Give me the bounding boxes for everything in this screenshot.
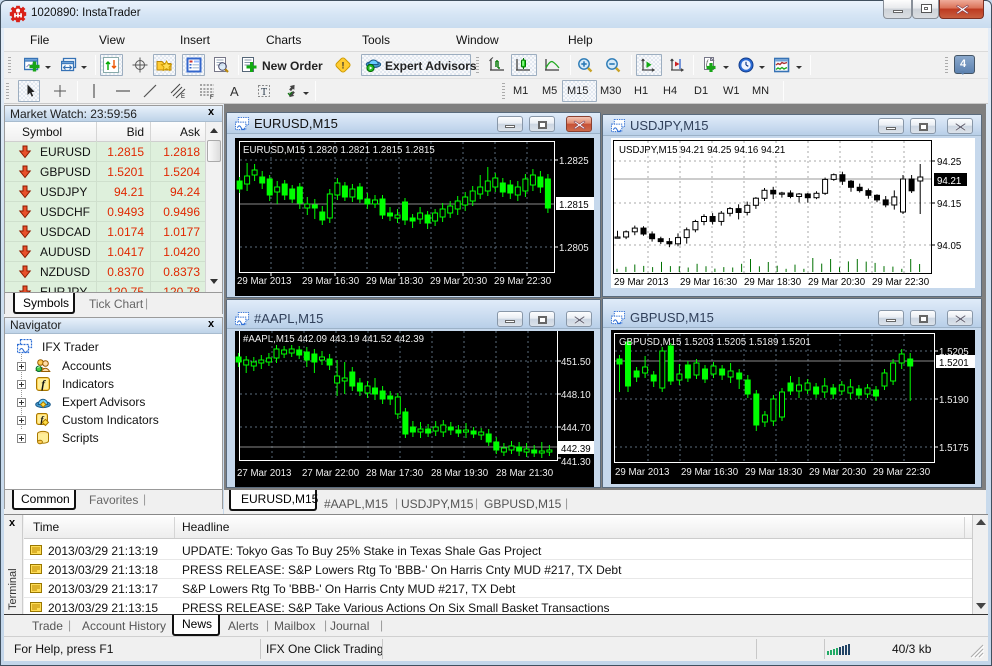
- svg-text:94.05: 94.05: [937, 241, 961, 252]
- svg-text:444.70: 444.70: [561, 423, 591, 434]
- svg-text:94.21: 94.21: [937, 176, 961, 187]
- svg-text:28 Mar 21:30: 28 Mar 21:30: [496, 468, 554, 479]
- svg-text:442.39: 442.39: [561, 444, 591, 455]
- svg-text:!: !: [342, 61, 345, 71]
- svg-text:#AAPL,M15 442.09 443.19 441.5: #AAPL,M15 442.09 443.19 441.52 442.39: [243, 334, 424, 345]
- svg-text:29 Mar 20:30: 29 Mar 20:30: [809, 467, 867, 478]
- svg-text:1.5175: 1.5175: [939, 443, 969, 454]
- svg-text:F: F: [210, 95, 214, 99]
- svg-text:29 Mar 2013: 29 Mar 2013: [614, 277, 668, 288]
- svg-text:29 Mar 20:30: 29 Mar 20:30: [808, 277, 866, 288]
- svg-text:GBPUSD,M15 1.5203 1.5205 1.51: GBPUSD,M15 1.5203 1.5205 1.5189 1.5201: [619, 337, 811, 348]
- svg-text:28 Mar 19:30: 28 Mar 19:30: [431, 468, 489, 479]
- svg-text:29 Mar 18:30: 29 Mar 18:30: [366, 276, 424, 287]
- svg-text:1.5190: 1.5190: [939, 395, 969, 406]
- svg-text:29 Mar 16:30: 29 Mar 16:30: [302, 276, 360, 287]
- svg-text:29 Mar 20:30: 29 Mar 20:30: [430, 276, 488, 287]
- svg-text:EURUSD,M15 1.2820 1.2821 1.28: EURUSD,M15 1.2820 1.2821 1.2815 1.2815: [243, 145, 435, 156]
- svg-text:29 Mar 18:30: 29 Mar 18:30: [745, 467, 803, 478]
- svg-text:94.25: 94.25: [937, 157, 961, 168]
- svg-text:29 Mar 18:30: 29 Mar 18:30: [744, 277, 802, 288]
- svg-text:29 Mar 16:30: 29 Mar 16:30: [680, 277, 738, 288]
- svg-text:1.5201: 1.5201: [939, 358, 969, 369]
- svg-text:29 Mar 22:30: 29 Mar 22:30: [494, 276, 552, 287]
- svg-text:USDJPY,M15 94.21 94.25 94.16: USDJPY,M15 94.21 94.25 94.16 94.21: [619, 145, 785, 156]
- svg-text:T: T: [261, 87, 267, 98]
- svg-text:29 Mar 2013: 29 Mar 2013: [615, 467, 669, 478]
- svg-text:27 Mar 22:00: 27 Mar 22:00: [302, 468, 360, 479]
- svg-text:29 Mar 22:30: 29 Mar 22:30: [873, 467, 931, 478]
- svg-text:1.2825: 1.2825: [559, 156, 589, 167]
- svg-text:27 Mar 2013: 27 Mar 2013: [237, 468, 291, 479]
- svg-text:29 Mar 2013: 29 Mar 2013: [237, 276, 291, 287]
- svg-text:441.30: 441.30: [561, 457, 591, 468]
- svg-text:28 Mar 17:30: 28 Mar 17:30: [366, 468, 424, 479]
- svg-text:1.2805: 1.2805: [559, 243, 589, 254]
- svg-text:451.50: 451.50: [561, 357, 591, 368]
- svg-text:E: E: [181, 94, 185, 99]
- svg-text:29 Mar 16:30: 29 Mar 16:30: [681, 467, 739, 478]
- svg-text:94.15: 94.15: [937, 199, 961, 210]
- svg-text:29 Mar 22:30: 29 Mar 22:30: [872, 277, 930, 288]
- svg-text:448.10: 448.10: [561, 390, 591, 401]
- svg-text:1.2815: 1.2815: [559, 200, 589, 211]
